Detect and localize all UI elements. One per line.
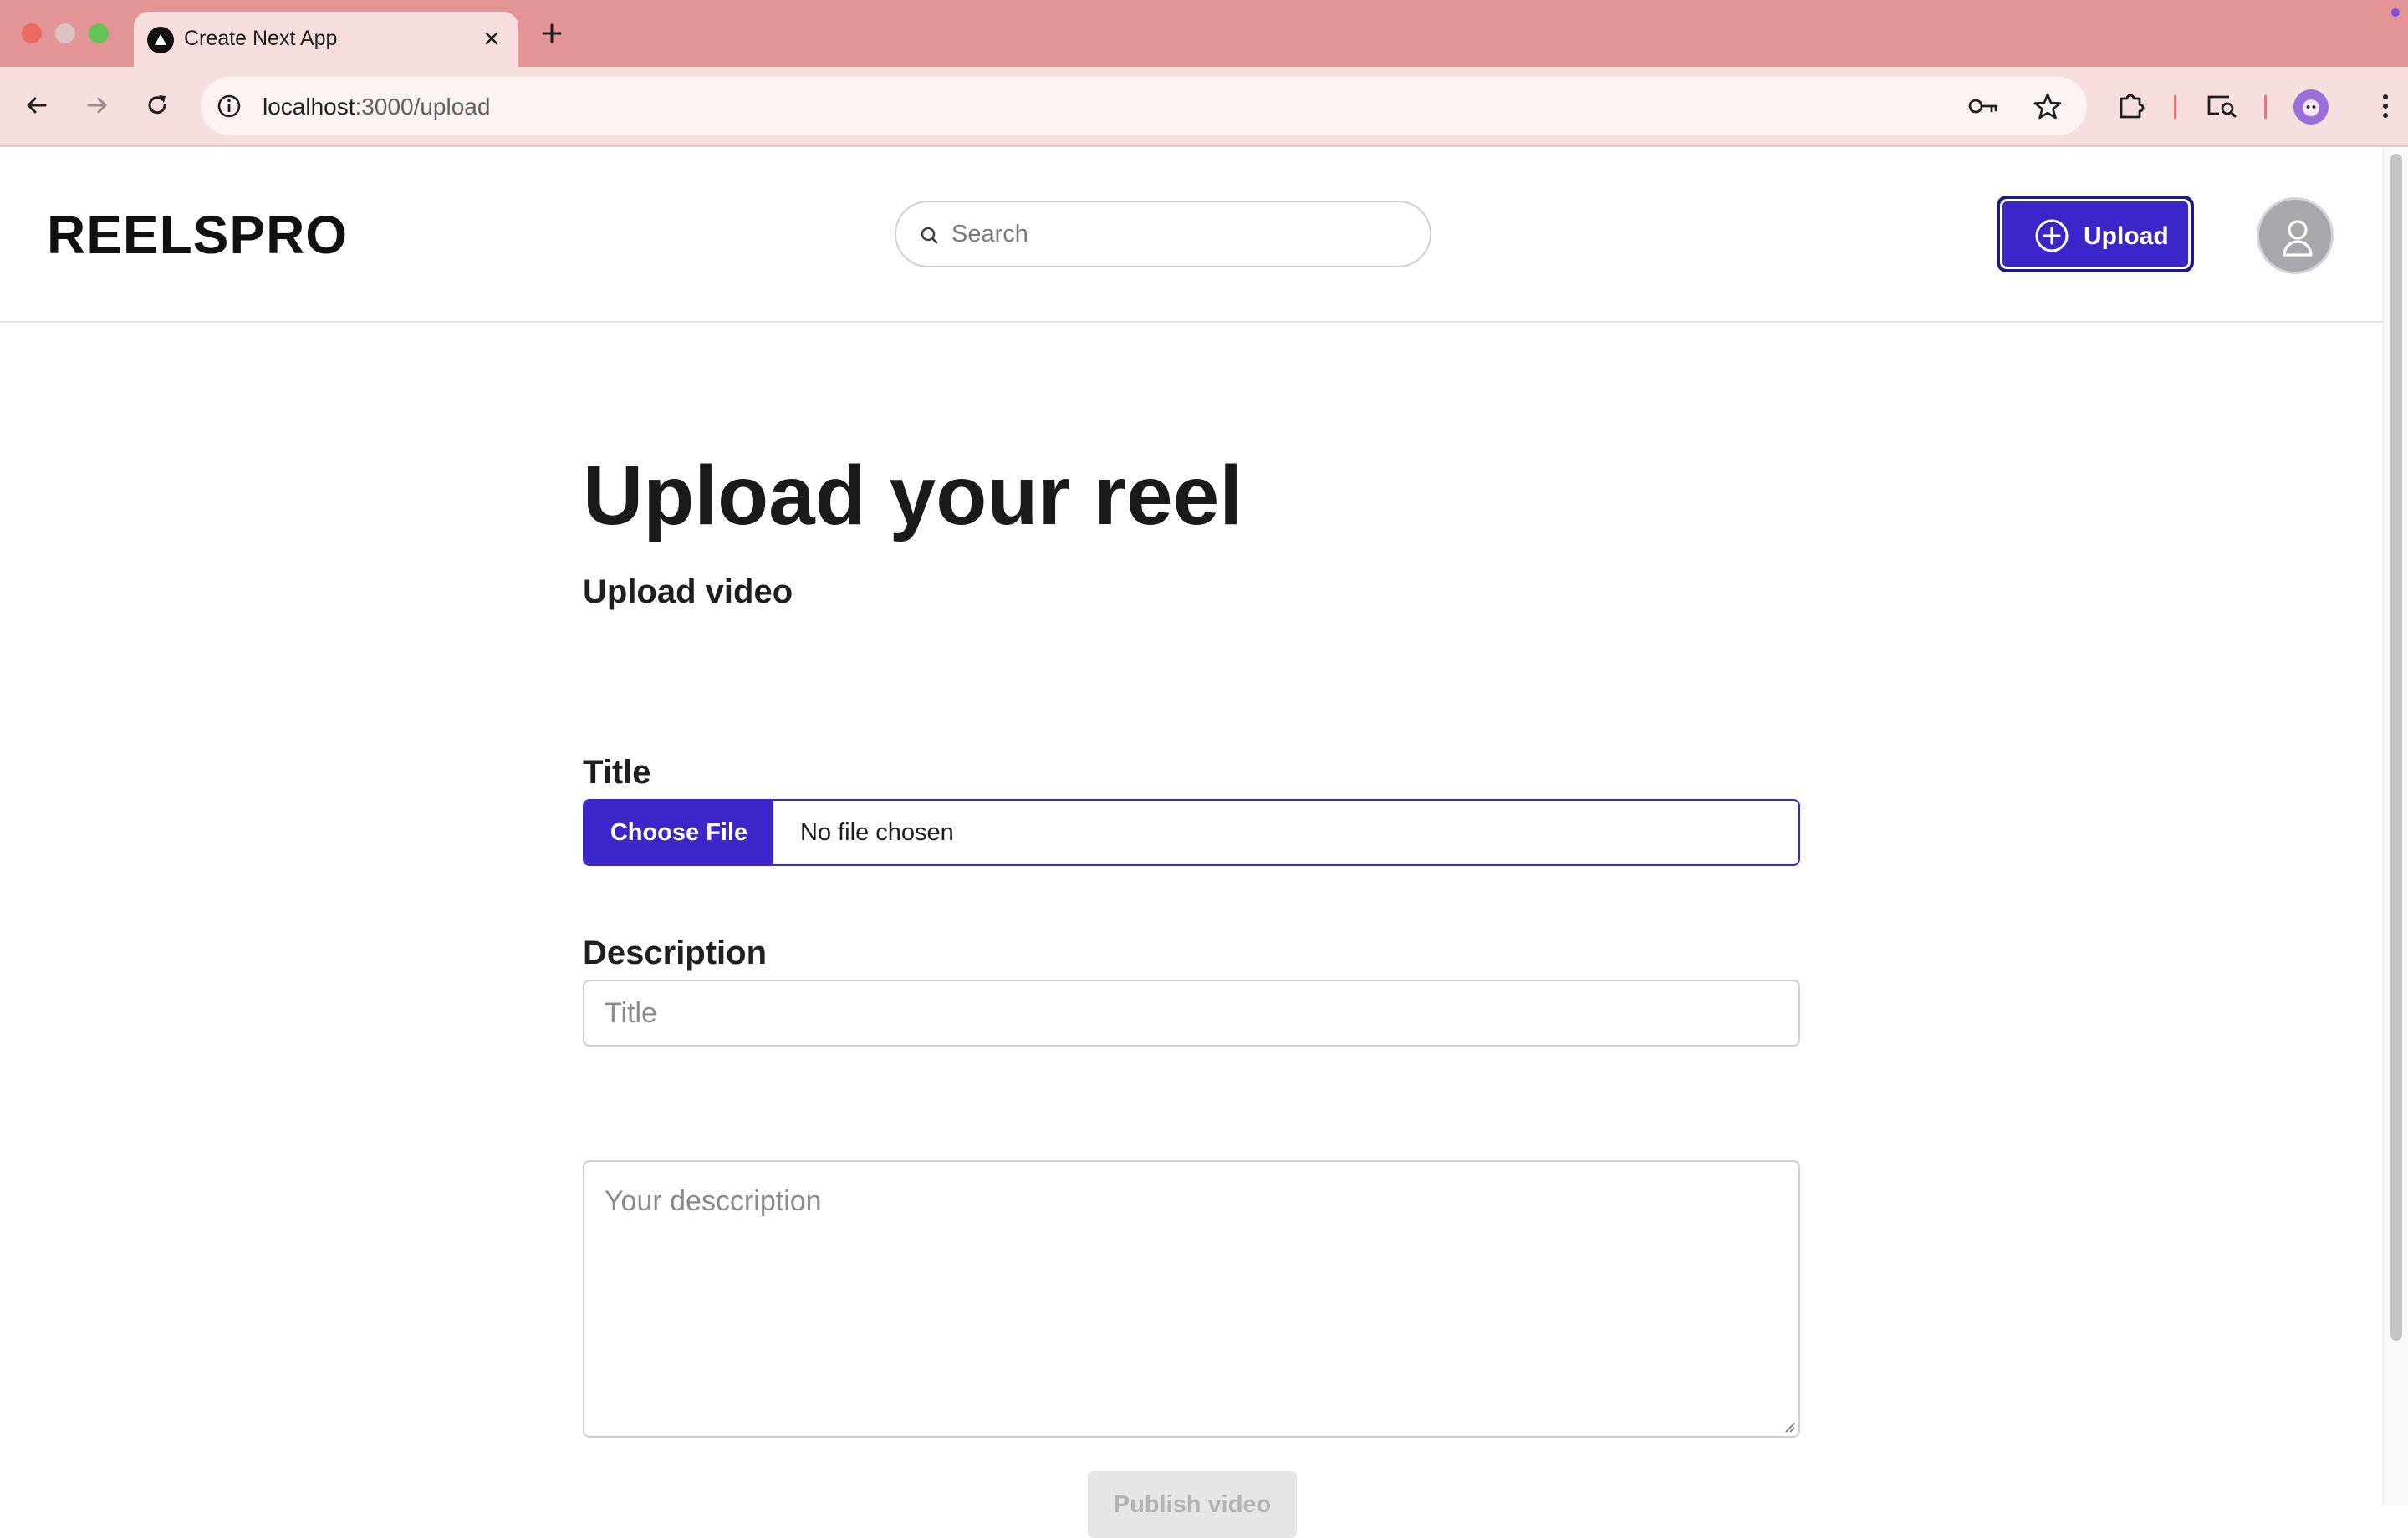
user-avatar[interactable]	[2257, 197, 2334, 274]
url-host: localhost	[263, 94, 355, 120]
resize-handle-icon[interactable]	[1782, 1419, 1795, 1433]
url-path: :3000/upload	[355, 94, 491, 120]
description-field[interactable]	[583, 1160, 1800, 1438]
toolbar-divider	[2264, 95, 2267, 119]
upload-button-label: Upload	[2084, 222, 2169, 250]
title-label: Title	[583, 754, 651, 791]
publish-video-button[interactable]: Publish video	[1088, 1471, 1297, 1538]
description-label: Description	[583, 935, 768, 971]
search-input[interactable]	[951, 202, 1420, 266]
plus-circle-icon	[2033, 217, 2070, 254]
nextjs-favicon-icon	[147, 27, 174, 53]
browser-tab-bar: Create Next App	[0, 0, 2408, 67]
site-info-icon[interactable]	[214, 91, 244, 121]
video-label: Upload video	[583, 573, 793, 610]
profile-icon[interactable]	[2293, 89, 2329, 125]
reload-icon[interactable]	[140, 89, 174, 122]
upload-button[interactable]: Upload	[1997, 196, 2194, 272]
scrollbar-thumb[interactable]	[2390, 154, 2402, 1341]
app-header: REELSPRO Upload	[0, 147, 2383, 323]
browser-tab[interactable]: Create Next App	[134, 12, 518, 67]
video-file-input[interactable]: Choose File No file chosen	[583, 799, 1800, 866]
address-url: localhost:3000/upload	[263, 94, 490, 120]
star-icon[interactable]	[2032, 90, 2064, 122]
search-bar[interactable]	[895, 201, 1431, 267]
user-icon	[2283, 220, 2313, 257]
page-scrollbar[interactable]	[2383, 147, 2408, 1505]
description-textarea[interactable]	[605, 1185, 1775, 1419]
browser-toolbar: localhost:3000/upload	[0, 67, 2408, 147]
page-title: Upload your reel	[583, 449, 1243, 542]
window-close-button[interactable]	[22, 23, 42, 43]
title-field[interactable]	[583, 980, 1800, 1047]
window-zoom-button[interactable]	[89, 23, 109, 43]
toolbar-divider	[2174, 95, 2176, 119]
cast-search-icon[interactable]	[2204, 89, 2239, 124]
search-icon	[918, 224, 941, 247]
file-status: No file chosen	[800, 819, 954, 846]
kebab-menu-icon[interactable]	[2368, 89, 2403, 124]
address-bar[interactable]: localhost:3000/upload	[201, 77, 2087, 135]
close-icon[interactable]	[478, 25, 505, 52]
profile-status-dot	[2391, 8, 2400, 17]
back-arrow-icon[interactable]	[20, 89, 54, 122]
plus-icon[interactable]	[537, 18, 567, 48]
brand-logo[interactable]: REELSPRO	[47, 204, 348, 266]
key-icon[interactable]	[1967, 91, 2000, 121]
window-minimize-button[interactable]	[55, 23, 75, 43]
choose-file-button[interactable]: Choose File	[584, 801, 773, 864]
tab-title: Create Next App	[184, 27, 338, 50]
page-viewport: REELSPRO Upload Upload your reel Upload …	[0, 147, 2383, 1538]
extensions-icon[interactable]	[2114, 89, 2149, 124]
forward-arrow-icon[interactable]	[80, 89, 114, 122]
title-input[interactable]	[605, 981, 1775, 1045]
